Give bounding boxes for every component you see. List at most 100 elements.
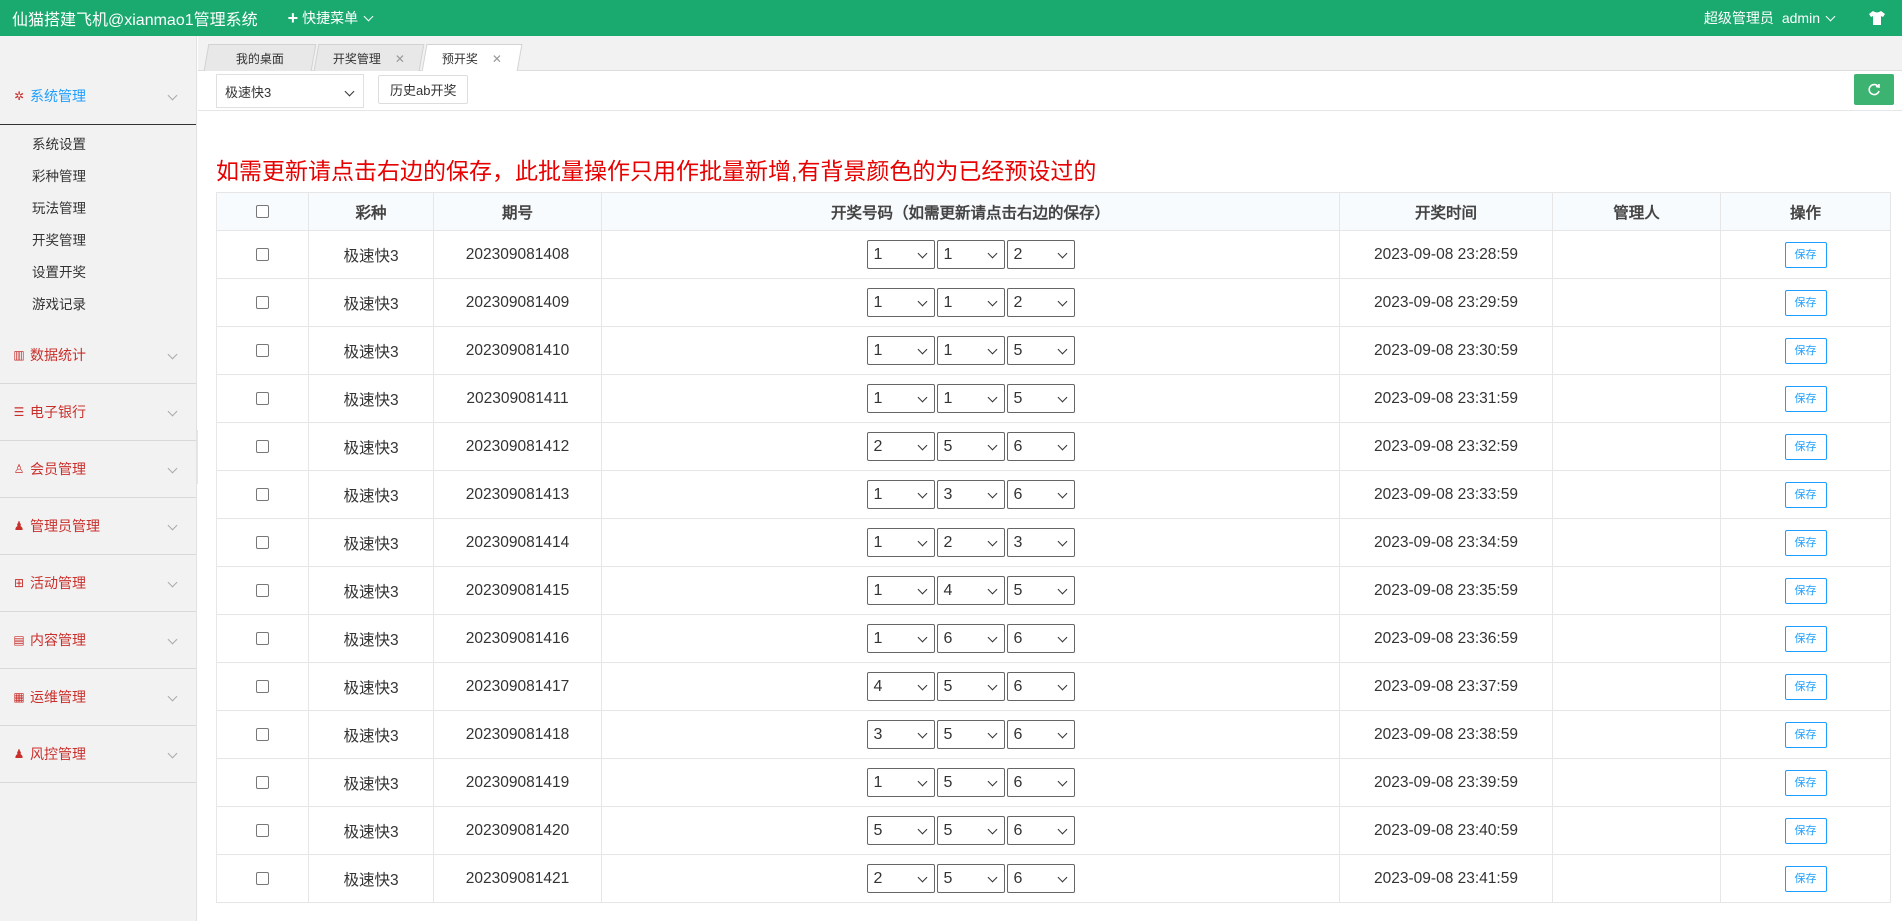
- save-button[interactable]: 保存: [1784, 577, 1827, 604]
- draw-number-select[interactable]: 2: [1006, 240, 1075, 269]
- draw-number-value: 1: [873, 630, 883, 647]
- save-button[interactable]: 保存: [1784, 673, 1827, 700]
- save-button[interactable]: 保存: [1784, 241, 1827, 268]
- row-checkbox[interactable]: [256, 583, 269, 597]
- sidebar-subitem-system-settings[interactable]: 系统设置: [0, 129, 196, 161]
- sidebar-item-content[interactable]: ▤ 内容管理: [0, 612, 196, 668]
- save-button[interactable]: 保存: [1784, 769, 1827, 796]
- draw-number-select[interactable]: 1: [866, 384, 935, 413]
- row-checkbox[interactable]: [256, 727, 269, 741]
- draw-number-select[interactable]: 4: [866, 672, 935, 701]
- save-button[interactable]: 保存: [1784, 721, 1827, 748]
- draw-number-select[interactable]: 5: [866, 816, 935, 845]
- tab-draw-management[interactable]: 开奖管理 ✕: [313, 44, 425, 71]
- draw-number-select[interactable]: 1: [866, 336, 935, 365]
- draw-number-select[interactable]: 1: [866, 768, 935, 797]
- draw-number-select[interactable]: 2: [866, 432, 935, 461]
- sidebar-item-system[interactable]: ✲ 系统管理: [0, 68, 196, 124]
- draw-number-select[interactable]: 6: [1006, 672, 1075, 701]
- draw-number-select[interactable]: 5: [936, 672, 1005, 701]
- draw-number-select[interactable]: 5: [936, 768, 1005, 797]
- tab-my-desktop[interactable]: 我的桌面: [203, 44, 317, 71]
- draw-number-select[interactable]: 6: [1006, 768, 1075, 797]
- row-checkbox[interactable]: [256, 343, 269, 357]
- draw-number-select[interactable]: 5: [1006, 336, 1075, 365]
- draw-number-select[interactable]: 3: [1006, 528, 1075, 557]
- sidebar-item-admins[interactable]: ♟ 管理员管理: [0, 498, 196, 554]
- draw-number-select[interactable]: 1: [866, 576, 935, 605]
- save-button[interactable]: 保存: [1784, 433, 1827, 460]
- theme-shirt-icon[interactable]: [1868, 10, 1886, 26]
- draw-number-select[interactable]: 2: [866, 864, 935, 893]
- draw-number-select[interactable]: 1: [936, 240, 1005, 269]
- row-checkbox[interactable]: [256, 775, 269, 789]
- draw-number-select[interactable]: 4: [936, 576, 1005, 605]
- chevron-down-icon: [917, 872, 927, 883]
- draw-number-select[interactable]: 5: [936, 816, 1005, 845]
- row-checkbox[interactable]: [256, 823, 269, 837]
- sidebar-subitem-lottery-management[interactable]: 彩种管理: [0, 161, 196, 193]
- row-checkbox[interactable]: [256, 487, 269, 501]
- row-checkbox[interactable]: [256, 391, 269, 405]
- draw-number-select[interactable]: 5: [936, 720, 1005, 749]
- draw-number-select[interactable]: 1: [866, 288, 935, 317]
- sidebar-item-ebank[interactable]: ☰ 电子银行: [0, 384, 196, 440]
- draw-number-select[interactable]: 6: [1006, 624, 1075, 653]
- sidebar-subitem-draw-management[interactable]: 开奖管理: [0, 225, 196, 257]
- draw-number-select[interactable]: 1: [866, 528, 935, 557]
- save-button[interactable]: 保存: [1784, 625, 1827, 652]
- sidebar-item-activities[interactable]: ⊞ 活动管理: [0, 555, 196, 611]
- draw-number-select[interactable]: 1: [866, 480, 935, 509]
- save-button[interactable]: 保存: [1784, 337, 1827, 364]
- quick-menu-button[interactable]: + 快捷菜单: [288, 8, 374, 28]
- sidebar-subitem-set-draw[interactable]: 设置开奖: [0, 257, 196, 289]
- sidebar-item-ops[interactable]: ▦ 运维管理: [0, 669, 196, 725]
- sidebar-item-risk[interactable]: ♟ 风控管理: [0, 726, 196, 782]
- sidebar-item-members[interactable]: ♙ 会员管理: [0, 441, 196, 497]
- draw-number-select[interactable]: 1: [936, 384, 1005, 413]
- draw-number-select[interactable]: 1: [866, 624, 935, 653]
- row-checkbox[interactable]: [256, 439, 269, 453]
- close-icon[interactable]: ✕: [492, 52, 502, 66]
- save-button[interactable]: 保存: [1784, 817, 1827, 844]
- refresh-button[interactable]: [1854, 74, 1894, 105]
- save-button[interactable]: 保存: [1784, 865, 1827, 892]
- draw-number-select[interactable]: 6: [1006, 864, 1075, 893]
- row-checkbox[interactable]: [256, 535, 269, 549]
- draw-number-select[interactable]: 6: [1006, 720, 1075, 749]
- draw-number-select[interactable]: 1: [866, 240, 935, 269]
- save-button[interactable]: 保存: [1784, 481, 1827, 508]
- save-button[interactable]: 保存: [1784, 289, 1827, 316]
- history-ab-draw-button[interactable]: 历史ab开奖: [378, 75, 469, 104]
- sidebar-subitem-play-management[interactable]: 玩法管理: [0, 193, 196, 225]
- draw-number-select[interactable]: 2: [936, 528, 1005, 557]
- row-checkbox[interactable]: [256, 295, 269, 309]
- user-menu[interactable]: admin: [1782, 10, 1836, 26]
- draw-number-select[interactable]: 6: [936, 624, 1005, 653]
- close-icon[interactable]: ✕: [395, 51, 405, 65]
- draw-number-select[interactable]: 3: [936, 480, 1005, 509]
- save-button[interactable]: 保存: [1784, 529, 1827, 556]
- select-all-checkbox[interactable]: [256, 204, 269, 218]
- draw-number-select[interactable]: 2: [1006, 288, 1075, 317]
- draw-number-select[interactable]: 6: [1006, 432, 1075, 461]
- tab-pre-draw[interactable]: 预开奖 ✕: [421, 44, 523, 72]
- draw-number-select[interactable]: 6: [1006, 816, 1075, 845]
- save-button[interactable]: 保存: [1784, 385, 1827, 412]
- sidebar-group-system: ✲ 系统管理 系统设置 彩种管理 玩法管理 开奖管理 设置开奖 游戏记录: [0, 68, 196, 327]
- game-select[interactable]: 极速快3: [216, 74, 364, 108]
- draw-number-select[interactable]: 5: [1006, 576, 1075, 605]
- draw-number-select[interactable]: 5: [936, 432, 1005, 461]
- sidebar-subitem-game-records[interactable]: 游戏记录: [0, 289, 196, 321]
- row-checkbox[interactable]: [256, 679, 269, 693]
- draw-number-select[interactable]: 1: [936, 336, 1005, 365]
- sidebar-item-stats[interactable]: ▥ 数据统计: [0, 327, 196, 383]
- draw-number-select[interactable]: 6: [1006, 480, 1075, 509]
- draw-number-select[interactable]: 3: [866, 720, 935, 749]
- row-checkbox[interactable]: [256, 247, 269, 261]
- draw-number-select[interactable]: 5: [1006, 384, 1075, 413]
- draw-number-select[interactable]: 1: [936, 288, 1005, 317]
- row-checkbox[interactable]: [256, 871, 269, 885]
- row-checkbox[interactable]: [256, 631, 269, 645]
- draw-number-select[interactable]: 5: [936, 864, 1005, 893]
